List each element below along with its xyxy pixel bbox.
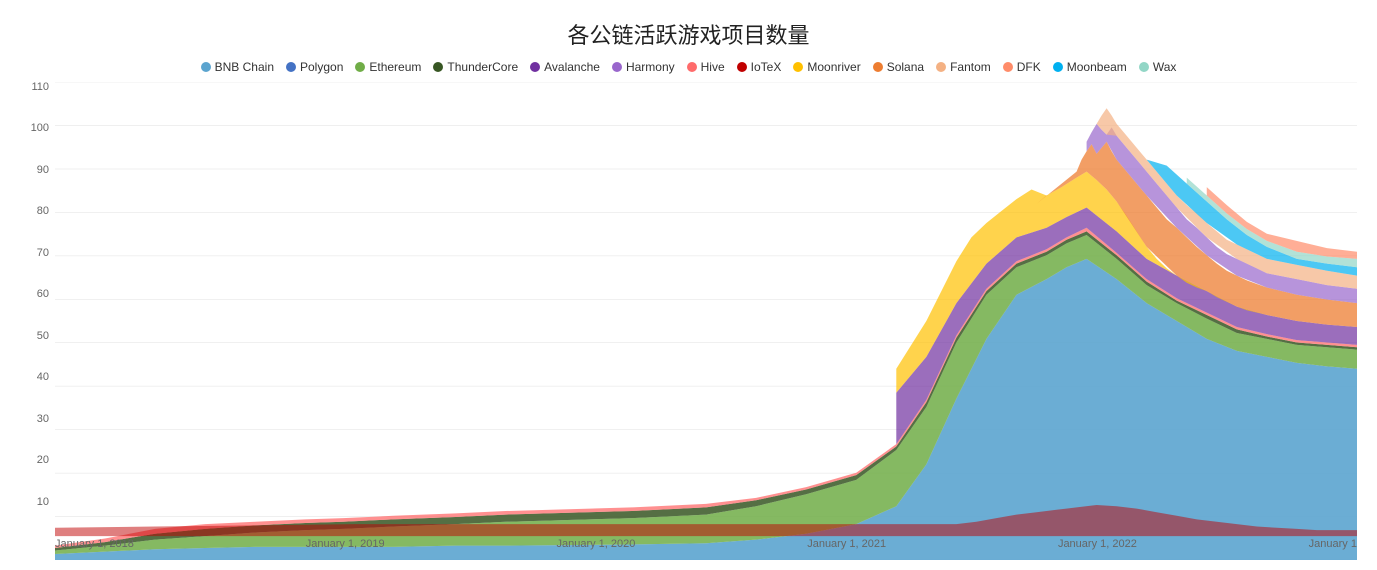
y-axis-label: 40 xyxy=(37,372,49,383)
chart-area: 110 100 90 80 70 60 50 40 30 20 10 xyxy=(20,82,1357,560)
y-axis-label: 60 xyxy=(37,289,49,300)
legend-dot xyxy=(737,62,747,72)
chart-container: 各公链活跃游戏项目数量 BNB Chain Polygon Ethereum Thun… xyxy=(0,0,1377,570)
legend-label: Wax xyxy=(1153,60,1177,74)
legend-dot xyxy=(286,62,296,72)
x-axis-label: January 1, 2021 xyxy=(807,538,886,550)
legend-label: Moonriver xyxy=(807,60,860,74)
legend-item-harmony: Harmony xyxy=(612,60,675,74)
legend-label: Harmony xyxy=(626,60,675,74)
y-axis-label: 80 xyxy=(37,206,49,217)
legend-item-moonbeam: Moonbeam xyxy=(1053,60,1127,74)
y-axis-label: 70 xyxy=(37,248,49,259)
x-axis-label: January 1, 2018 xyxy=(55,538,134,550)
legend-label: DFK xyxy=(1017,60,1041,74)
x-axis-labels: January 1, 2018 January 1, 2019 January 1,… xyxy=(55,538,1357,560)
y-axis-label: 30 xyxy=(37,414,49,425)
legend-item-thundercore: ThunderCore xyxy=(433,60,518,74)
x-axis-label: January 1, 2020 xyxy=(556,538,635,550)
y-axis-label: 20 xyxy=(37,455,49,466)
legend-label: ThunderCore xyxy=(447,60,518,74)
legend-item-ethereum: Ethereum xyxy=(355,60,421,74)
legend-dot xyxy=(1053,62,1063,72)
y-axis-label: 50 xyxy=(37,331,49,342)
chart-title: 各公链活跃游戏项目数量 xyxy=(20,18,1357,50)
y-axis-label: 10 xyxy=(37,497,49,508)
x-axis-label: January 1 xyxy=(1309,538,1357,550)
x-axis-label: January 1, 2019 xyxy=(306,538,385,550)
legend-label: IoTeX xyxy=(751,60,782,74)
legend-item-bnb-chain: BNB Chain xyxy=(201,60,274,74)
legend-dot xyxy=(793,62,803,72)
legend-item-moonriver: Moonriver xyxy=(793,60,860,74)
legend-dot xyxy=(355,62,365,72)
legend-dot xyxy=(201,62,211,72)
chart-inner: January 1, 2018 January 1, 2019 January 1,… xyxy=(55,82,1357,560)
legend-dot xyxy=(530,62,540,72)
legend-label: Moonbeam xyxy=(1067,60,1127,74)
legend-item-dfk: DFK xyxy=(1003,60,1041,74)
x-axis-label: January 1, 2022 xyxy=(1058,538,1137,550)
legend-dot xyxy=(687,62,697,72)
y-axis: 110 100 90 80 70 60 50 40 30 20 10 xyxy=(20,82,55,560)
legend-item-solana: Solana xyxy=(873,60,924,74)
y-axis-label: 90 xyxy=(37,165,49,176)
legend-label: BNB Chain xyxy=(215,60,274,74)
legend-item-polygon: Polygon xyxy=(286,60,343,74)
legend-dot xyxy=(612,62,622,72)
legend-dot xyxy=(873,62,883,72)
legend-dot xyxy=(1139,62,1149,72)
legend-dot xyxy=(1003,62,1013,72)
y-axis-label: 100 xyxy=(31,123,49,134)
legend-item-iotex: IoTeX xyxy=(737,60,782,74)
legend: BNB Chain Polygon Ethereum ThunderCore Avala… xyxy=(20,60,1357,74)
legend-label: Fantom xyxy=(950,60,991,74)
legend-label: Avalanche xyxy=(544,60,600,74)
legend-item-wax: Wax xyxy=(1139,60,1177,74)
legend-label: Ethereum xyxy=(369,60,421,74)
legend-item-avalanche: Avalanche xyxy=(530,60,600,74)
legend-dot xyxy=(936,62,946,72)
legend-label: Solana xyxy=(887,60,924,74)
legend-label: Polygon xyxy=(300,60,343,74)
legend-dot xyxy=(433,62,443,72)
main-chart-svg xyxy=(55,82,1357,560)
y-axis-label: 110 xyxy=(31,82,49,93)
legend-item-hive: Hive xyxy=(687,60,725,74)
legend-item-fantom: Fantom xyxy=(936,60,991,74)
legend-label: Hive xyxy=(701,60,725,74)
